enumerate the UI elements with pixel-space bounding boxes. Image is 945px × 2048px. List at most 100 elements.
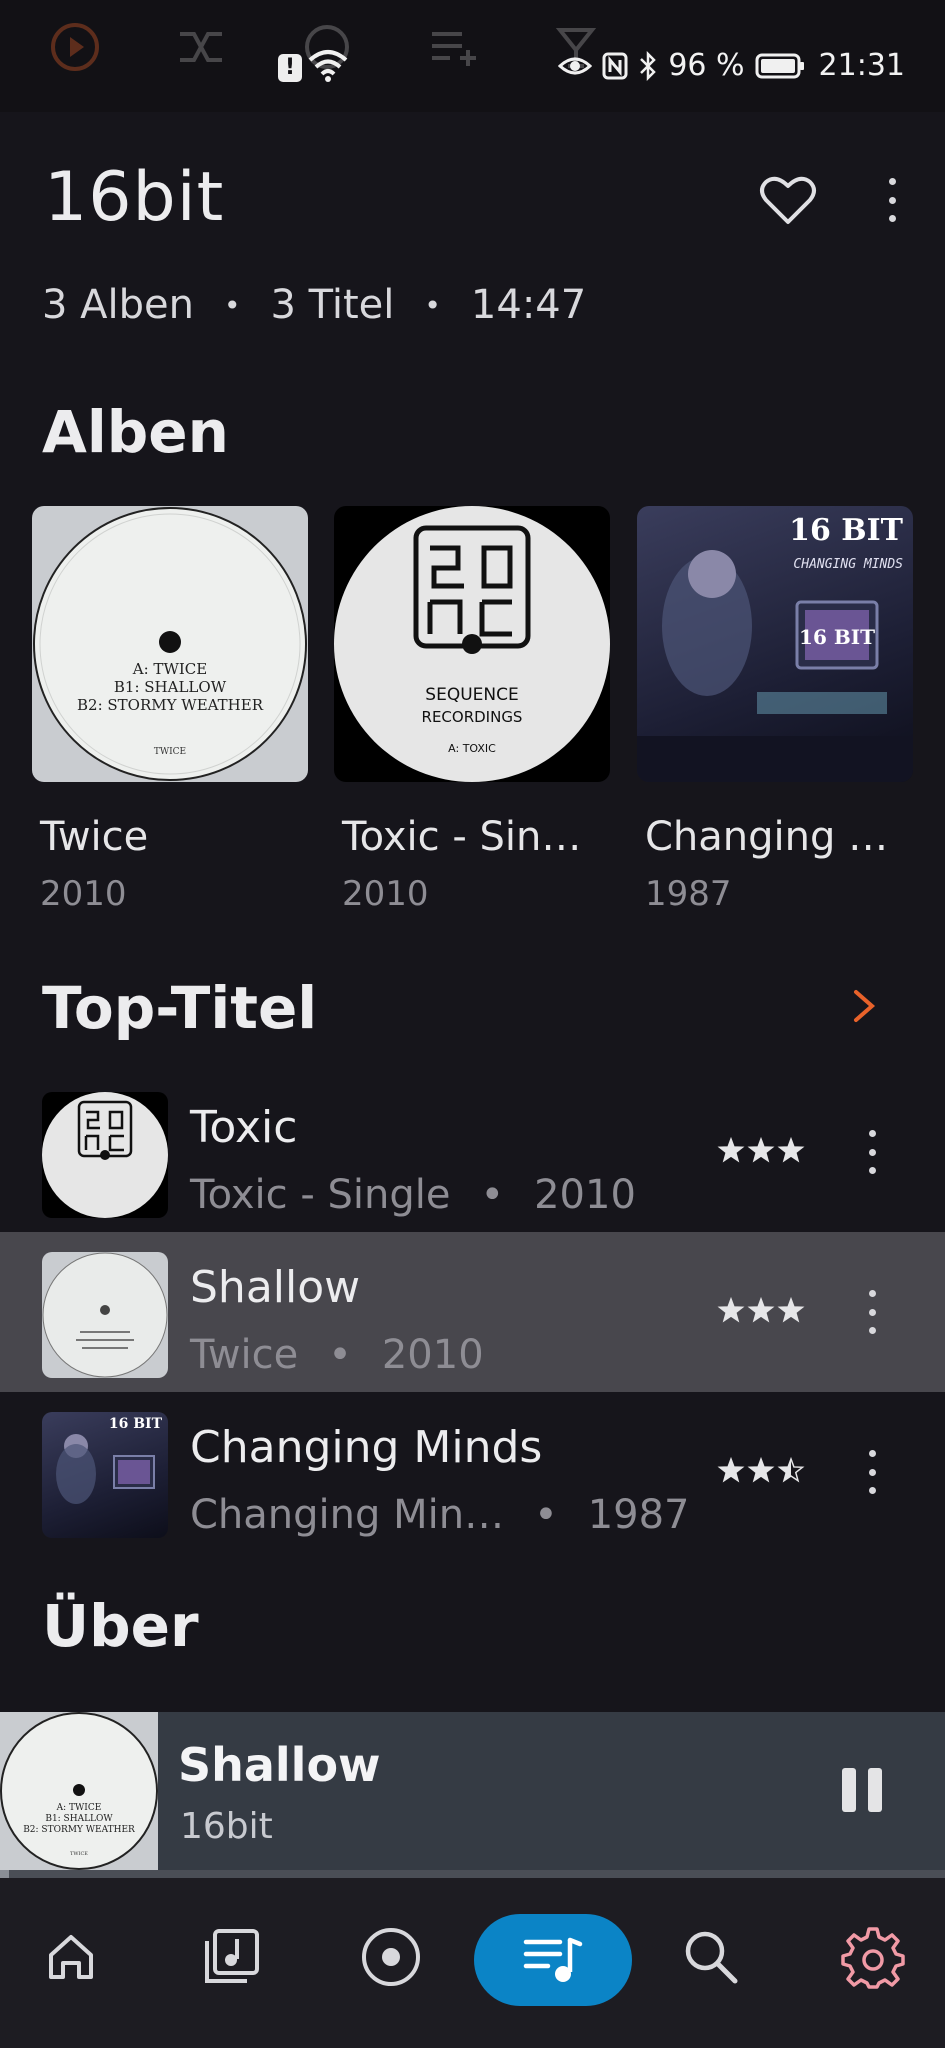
cover-text: RECORDINGS bbox=[422, 708, 523, 726]
album-icon[interactable] bbox=[356, 1922, 426, 1992]
star-icon bbox=[717, 1136, 745, 1163]
cover-text: B1: SHALLOW bbox=[45, 1814, 113, 1824]
track-row[interactable]: Toxic Toxic - Single • 2010 bbox=[0, 1072, 945, 1232]
cover-text: CHANGING MINDS bbox=[793, 557, 903, 572]
battery-icon bbox=[755, 53, 804, 78]
separator-dot: • bbox=[224, 288, 241, 322]
shuffle-icon bbox=[180, 32, 222, 62]
cover-text: TWICE bbox=[154, 747, 186, 757]
pause-button[interactable] bbox=[842, 1768, 882, 1812]
album-year: 1987 bbox=[645, 874, 732, 914]
album-title: Changing … bbox=[645, 814, 889, 860]
album-card[interactable]: A: TWICE B1: SHALLOW B2: STORMY WEATHER … bbox=[32, 506, 308, 914]
cover-text: 16 BIT bbox=[799, 625, 875, 649]
bottom-navigation bbox=[0, 1878, 945, 2048]
cover-text: 16 BIT bbox=[789, 513, 904, 548]
album-year: 2010 bbox=[40, 874, 127, 914]
separator-dot: • bbox=[328, 1332, 352, 1378]
track-subtitle: Changing Min… • 1987 bbox=[190, 1492, 689, 1538]
track-cover bbox=[42, 1252, 168, 1378]
now-playing-bar[interactable]: A: TWICE B1: SHALLOW B2: STORMY WEATHER … bbox=[0, 1712, 945, 1870]
track-title: Shallow bbox=[190, 1262, 361, 1313]
star-icon bbox=[717, 1296, 745, 1323]
track-cover bbox=[42, 1092, 168, 1218]
cover-text: A: TWICE bbox=[132, 660, 207, 678]
artist-stats: 3 Alben • 3 Titel • 14:47 bbox=[42, 282, 586, 328]
cover-text: A: TWICE bbox=[56, 1803, 102, 1813]
now-playing-cover: A: TWICE B1: SHALLOW B2: STORMY WEATHER … bbox=[0, 1712, 158, 1870]
album-card[interactable]: SEQUENCE RECORDINGS A: TOXIC Toxic - Sin… bbox=[334, 506, 610, 914]
star-icon bbox=[777, 1296, 805, 1323]
star-icon bbox=[717, 1456, 745, 1483]
search-icon[interactable] bbox=[676, 1922, 746, 1992]
cover-text: TWICE bbox=[70, 1851, 88, 1857]
playback-progress-bar[interactable] bbox=[0, 1870, 945, 1878]
status-right: 96 % 21:31 bbox=[558, 48, 905, 83]
separator-dot: • bbox=[534, 1492, 558, 1538]
track-count: 3 Titel bbox=[270, 282, 395, 328]
track-more-menu-icon[interactable] bbox=[862, 1124, 882, 1180]
playlist-add-icon bbox=[432, 32, 476, 66]
library-icon[interactable] bbox=[196, 1922, 266, 1992]
battery-percent: 96 % bbox=[668, 48, 745, 83]
track-year: 2010 bbox=[534, 1172, 636, 1218]
rating-stars[interactable] bbox=[716, 1456, 806, 1486]
artist-more-menu-icon[interactable] bbox=[882, 172, 902, 228]
status-bar: ! 96 % 21:31 bbox=[0, 0, 945, 112]
cover-text: B2: STORMY WEATHER bbox=[77, 696, 264, 714]
track-album: Changing Min… bbox=[190, 1492, 505, 1538]
track-subtitle: Toxic - Single • 2010 bbox=[190, 1172, 636, 1218]
track-cover: 16 BIT bbox=[42, 1412, 168, 1538]
star-icon bbox=[747, 1136, 775, 1163]
rating-stars[interactable] bbox=[716, 1136, 806, 1166]
track-row[interactable]: Shallow Twice • 2010 bbox=[0, 1232, 945, 1392]
now-playing-title: Shallow bbox=[178, 1738, 381, 1792]
track-title: Changing Minds bbox=[190, 1422, 543, 1473]
eye-icon bbox=[558, 57, 593, 74]
rating-stars[interactable] bbox=[716, 1296, 806, 1326]
warning-icon: ! bbox=[278, 54, 302, 82]
artist-name: 16bit bbox=[44, 158, 225, 237]
cover-text: SEQUENCE bbox=[425, 685, 518, 705]
wifi-icon bbox=[308, 50, 348, 82]
separator-dot: • bbox=[424, 288, 441, 322]
album-title: Twice bbox=[40, 814, 149, 860]
album-count: 3 Alben bbox=[42, 282, 194, 328]
playback-progress-fill bbox=[0, 1870, 10, 1878]
favorite-heart-icon[interactable] bbox=[758, 170, 818, 230]
track-row[interactable]: 16 BIT Changing Minds Changing Min… • 19… bbox=[0, 1392, 945, 1552]
top-tracks-section-title: Top-Titel bbox=[42, 974, 318, 1042]
track-more-menu-icon[interactable] bbox=[862, 1444, 882, 1500]
track-year: 1987 bbox=[587, 1492, 690, 1538]
home-icon[interactable] bbox=[36, 1922, 106, 1992]
chevron-right-icon[interactable] bbox=[850, 986, 878, 1026]
queue-icon[interactable] bbox=[474, 1914, 632, 2006]
album-cover: 16 BIT 16 BIT CHANGING MINDS bbox=[637, 506, 913, 782]
album-year: 2010 bbox=[342, 874, 429, 914]
star-icon bbox=[747, 1456, 775, 1483]
track-more-menu-icon[interactable] bbox=[862, 1284, 882, 1340]
clock: 21:31 bbox=[818, 48, 905, 83]
track-title: Toxic bbox=[190, 1102, 298, 1153]
album-title: Toxic - Sin… bbox=[342, 814, 582, 860]
cover-text: 16 BIT bbox=[109, 1416, 163, 1432]
album-cover: SEQUENCE RECORDINGS A: TOXIC bbox=[334, 506, 610, 782]
cover-text: B1: SHALLOW bbox=[114, 678, 227, 696]
album-card[interactable]: 16 BIT 16 BIT CHANGING MINDS Changing … … bbox=[637, 506, 913, 914]
about-section-title: Über bbox=[42, 1592, 199, 1660]
track-album: Toxic - Single bbox=[190, 1172, 451, 1218]
track-album: Twice bbox=[190, 1332, 299, 1378]
album-cover: A: TWICE B1: SHALLOW B2: STORMY WEATHER … bbox=[32, 506, 308, 782]
bluetooth-icon bbox=[640, 50, 657, 81]
nfc-icon bbox=[602, 52, 628, 79]
track-subtitle: Twice • 2010 bbox=[190, 1332, 484, 1378]
cover-text: B2: STORMY WEATHER bbox=[23, 1825, 135, 1835]
now-playing-artist: 16bit bbox=[180, 1806, 273, 1847]
settings-icon[interactable] bbox=[838, 1922, 908, 1992]
cover-text: A: TOXIC bbox=[448, 742, 496, 755]
track-year: 2010 bbox=[381, 1332, 484, 1378]
star-icon bbox=[777, 1136, 805, 1163]
albums-section-title: Alben bbox=[42, 398, 229, 466]
play-circle-icon bbox=[51, 23, 99, 71]
separator-dot: • bbox=[480, 1172, 505, 1218]
